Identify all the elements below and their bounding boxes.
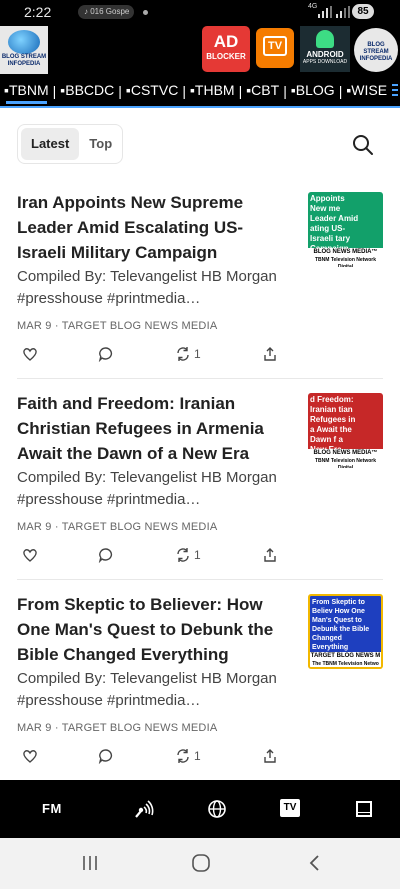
thumbnail-strip: BLOG NEWS MEDIA™ TBNM Television Network… bbox=[308, 449, 383, 468]
screen-icon[interactable] bbox=[353, 799, 375, 819]
article-meta: MAR 9 · TARGET BLOG NEWS MEDIA bbox=[17, 521, 218, 533]
channel-tab-cbt[interactable]: ▪CBT bbox=[242, 76, 283, 106]
heart-icon[interactable] bbox=[22, 748, 38, 764]
channel-menu-icon[interactable] bbox=[392, 84, 398, 98]
adblocker-small-label: BLOCKER bbox=[206, 52, 246, 61]
network-type: 4G bbox=[308, 3, 318, 10]
channel-nav: ▪TBNM | ▪BBCDC | ▪CSTVC | ▪THBM | ▪CBT |… bbox=[0, 76, 400, 106]
android-apps-button[interactable]: ANDROID APPS DOWNLOAD bbox=[300, 26, 350, 72]
status-time: 2:22 bbox=[24, 4, 52, 20]
restack-icon[interactable] bbox=[175, 748, 191, 764]
thumbnail-strip-sub: The TBNM Television Netwo bbox=[312, 661, 379, 667]
thumbnail-caption: Appoints New me Leader Amid ating US-Isr… bbox=[310, 194, 359, 253]
divider bbox=[17, 378, 383, 379]
thumbnail-strip-title: BLOG NEWS MEDIA™ bbox=[313, 249, 378, 255]
article-card[interactable]: From Skeptic to Believer: How One Man's … bbox=[0, 592, 400, 792]
ad-blocker-button[interactable]: AD BLOCKER bbox=[202, 26, 250, 72]
signal-icon-2 bbox=[336, 6, 350, 18]
recent-apps-icon[interactable] bbox=[80, 854, 100, 872]
tv-app-button[interactable]: TV bbox=[256, 28, 294, 68]
article-card[interactable]: Faith and Freedom: Iranian Christian Ref… bbox=[0, 391, 400, 591]
comment-icon[interactable] bbox=[98, 346, 114, 362]
thumbnail-image: Appoints New me Leader Amid ating US-Isr… bbox=[308, 192, 383, 253]
thumbnail-strip-title: TARGET BLOG NEWS M bbox=[310, 653, 381, 659]
search-icon[interactable] bbox=[352, 134, 374, 156]
globe-icon[interactable] bbox=[206, 799, 228, 819]
back-icon[interactable] bbox=[305, 854, 325, 872]
thumbnail-image: From Skeptic to Believ How One Man's Que… bbox=[310, 596, 381, 652]
article-subtitle: Compiled By: Televangelist HB Morgan #pr… bbox=[17, 268, 277, 307]
adblocker-big-label: AD bbox=[213, 32, 239, 51]
article-title[interactable]: Faith and Freedom: Iranian Christian Ref… bbox=[17, 391, 287, 466]
article-card[interactable]: Iran Appoints New Supreme Leader Amid Es… bbox=[0, 190, 400, 390]
thumbnail-caption: d Freedom: Iranian tian Refugees in a Aw… bbox=[310, 395, 356, 454]
thumbnail-strip: TARGET BLOG NEWS M The TBNM Television N… bbox=[310, 652, 381, 667]
tv-icon[interactable]: TV bbox=[280, 799, 300, 817]
tab-latest[interactable]: Latest bbox=[21, 128, 80, 160]
feed-tabs: Latest Top bbox=[17, 124, 123, 164]
blog-stream-logo-right[interactable]: BLOG STREAM INFOPEDIA bbox=[354, 28, 398, 72]
restack-count: 1 bbox=[194, 548, 201, 562]
nav-underline bbox=[0, 106, 400, 108]
logo-left-text: BLOG STREAM INFOPEDIA bbox=[1, 54, 47, 67]
battery-indicator: 85 bbox=[352, 4, 374, 19]
restack-count: 1 bbox=[194, 347, 201, 361]
media-notification-pill: ♪ 016 Gospe bbox=[78, 5, 134, 19]
divider bbox=[17, 579, 383, 580]
article-subtitle: Compiled By: Televangelist HB Morgan #pr… bbox=[17, 469, 277, 508]
channel-tab-cstvc[interactable]: ▪CSTVC bbox=[122, 76, 182, 106]
globe-icon bbox=[8, 30, 40, 54]
notification-dot bbox=[143, 10, 148, 15]
article-thumbnail[interactable]: d Freedom: Iranian tian Refugees in a Aw… bbox=[308, 393, 383, 468]
article-meta: MAR 9 · TARGET BLOG NEWS MEDIA bbox=[17, 320, 218, 332]
android-subtitle: APPS DOWNLOAD bbox=[302, 59, 348, 65]
article-actions: 1 bbox=[17, 547, 287, 567]
thumbnail-strip-sub: TBNM Television Network Digital bbox=[314, 257, 377, 267]
android-title: ANDROID bbox=[306, 50, 344, 59]
tab-top[interactable]: Top bbox=[79, 128, 122, 160]
thumbnail-caption: From Skeptic to Believ How One Man's Que… bbox=[312, 599, 370, 651]
share-icon[interactable] bbox=[262, 346, 278, 362]
status-bar: 2:22 ♪ 016 Gospe 4G 85 bbox=[0, 0, 400, 24]
system-nav-bar bbox=[0, 838, 400, 889]
article-title[interactable]: From Skeptic to Believer: How One Man's … bbox=[17, 592, 287, 667]
share-icon[interactable] bbox=[262, 547, 278, 563]
article-thumbnail[interactable]: From Skeptic to Believ How One Man's Que… bbox=[308, 594, 383, 669]
restack-icon[interactable] bbox=[175, 547, 191, 563]
logo-right-text: BLOG STREAM INFOPEDIA bbox=[359, 42, 393, 62]
channel-tab-bbcdc[interactable]: ▪BBCDC bbox=[56, 76, 118, 106]
article-subtitle: Compiled By: Televangelist HB Morgan #pr… bbox=[17, 670, 277, 709]
android-robot-icon bbox=[316, 30, 334, 48]
channel-tab-blog[interactable]: ▪BLOG bbox=[287, 76, 339, 106]
blog-stream-logo[interactable]: BLOG STREAM INFOPEDIA bbox=[0, 26, 48, 74]
app-banner: BLOG STREAM INFOPEDIA AD BLOCKER TV ANDR… bbox=[0, 24, 400, 76]
bottom-toolbar: FM TV bbox=[0, 780, 400, 838]
share-icon[interactable] bbox=[262, 748, 278, 764]
article-meta: MAR 9 · TARGET BLOG NEWS MEDIA bbox=[17, 722, 218, 734]
broadcast-icon[interactable] bbox=[132, 799, 154, 819]
heart-icon[interactable] bbox=[22, 547, 38, 563]
channel-tab-thbm[interactable]: ▪THBM bbox=[186, 76, 239, 106]
channel-tab-tbnm[interactable]: ▪TBNM bbox=[0, 76, 53, 106]
thumbnail-strip-sub: TBNM Television Network Digital bbox=[314, 458, 377, 468]
tv-icon: TV bbox=[263, 36, 287, 56]
heart-icon[interactable] bbox=[22, 346, 38, 362]
channel-tab-wise[interactable]: ▪WISE bbox=[342, 76, 391, 106]
comment-icon[interactable] bbox=[98, 748, 114, 764]
media-label: 016 Gospe bbox=[90, 7, 130, 16]
thumbnail-strip: BLOG NEWS MEDIA™ TBNM Television Network… bbox=[308, 248, 383, 267]
thumbnail-image: d Freedom: Iranian tian Refugees in a Aw… bbox=[308, 393, 383, 454]
article-thumbnail[interactable]: Appoints New me Leader Amid ating US-Isr… bbox=[308, 192, 383, 267]
restack-count: 1 bbox=[194, 749, 201, 763]
thumbnail-strip-title: BLOG NEWS MEDIA™ bbox=[313, 450, 378, 456]
fm-radio-button[interactable]: FM bbox=[42, 799, 64, 819]
home-icon[interactable] bbox=[191, 854, 211, 872]
article-title[interactable]: Iran Appoints New Supreme Leader Amid Es… bbox=[17, 190, 287, 265]
article-actions: 1 bbox=[17, 346, 287, 366]
article-actions: 1 bbox=[17, 748, 287, 768]
signal-icon bbox=[318, 6, 332, 18]
restack-icon[interactable] bbox=[175, 346, 191, 362]
comment-icon[interactable] bbox=[98, 547, 114, 563]
